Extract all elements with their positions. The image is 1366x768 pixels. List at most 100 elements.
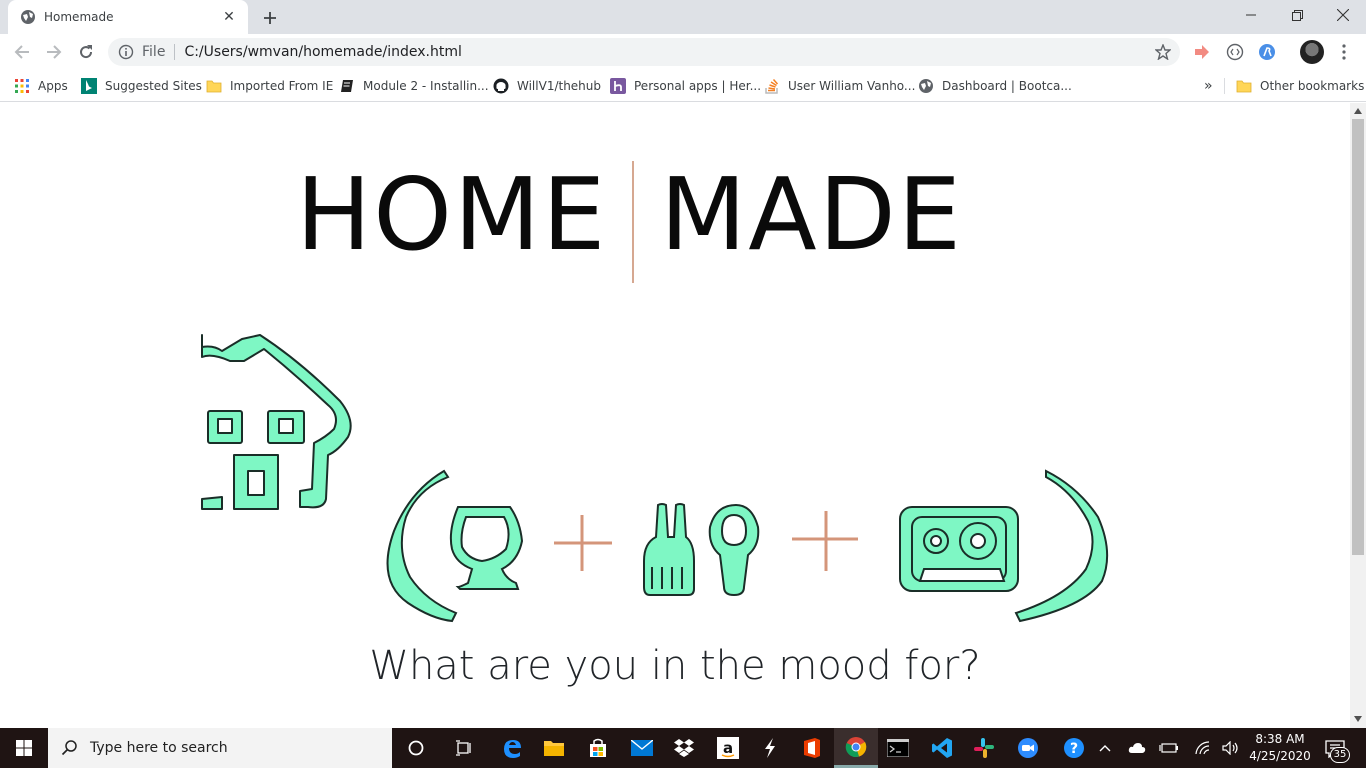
bookmark-user-william[interactable]: User William Vanho...: [764, 75, 915, 97]
search-placeholder: Type here to search: [90, 740, 228, 756]
notebook-icon: [339, 78, 355, 94]
fork-icon: [643, 503, 695, 596]
minimize-icon[interactable]: [1228, 0, 1274, 30]
github-icon: [493, 78, 509, 94]
left-paren-icon: [386, 469, 458, 623]
terminal-icon[interactable]: [876, 728, 920, 768]
chrome-icon[interactable]: [834, 728, 878, 768]
extension-code-icon[interactable]: [1225, 42, 1245, 62]
browser-toolbar: File C:/Users/wmvan/homemade/index.html: [0, 34, 1366, 70]
bookmarks-separator: [1224, 78, 1225, 94]
windows-start-icon[interactable]: [0, 728, 48, 768]
speaker-icon[interactable]: [1220, 738, 1242, 758]
scrollbar-thumb[interactable]: [1352, 119, 1364, 555]
logo-home-text: HOME: [296, 156, 608, 273]
office-icon[interactable]: [790, 728, 834, 768]
bookmark-imported-from-ie[interactable]: Imported From IE: [206, 75, 333, 97]
slack-icon[interactable]: [962, 728, 1006, 768]
scroll-up-icon[interactable]: [1353, 106, 1363, 116]
heroku-icon: [610, 78, 626, 94]
bing-icon: [81, 78, 97, 94]
bookmark-label: WillV1/thehub: [517, 79, 602, 93]
logo-divider: [632, 161, 634, 283]
cortana-icon[interactable]: [394, 728, 438, 768]
extension-arrow-icon[interactable]: [1192, 42, 1212, 62]
bookmark-label: Imported From IE: [230, 79, 334, 93]
url-text[interactable]: C:/Users/wmvan/homemade/index.html: [184, 44, 461, 60]
vscode-icon[interactable]: [920, 728, 964, 768]
kebab-menu-icon[interactable]: [1334, 40, 1354, 64]
plus-icon[interactable]: [259, 7, 281, 29]
globe-icon: [918, 78, 934, 94]
zoom-icon[interactable]: [1006, 728, 1050, 768]
plus-icon: [792, 511, 858, 571]
browser-tab[interactable]: Homemade ✕: [8, 0, 248, 34]
search-icon: [60, 738, 80, 758]
stackoverflow-icon: [764, 78, 780, 94]
forward-arrow-icon[interactable]: [40, 38, 68, 66]
close-window-icon[interactable]: [1320, 0, 1366, 30]
amazon-icon[interactable]: a: [706, 728, 750, 768]
bookmark-label: User William Vanho...: [788, 79, 916, 93]
bookmark-label: Dashboard | Bootca...: [942, 79, 1072, 93]
onedrive-cloud-icon[interactable]: [1126, 738, 1148, 758]
bookmark-module-2[interactable]: Module 2 - Installin...: [339, 75, 489, 97]
tab-strip: Homemade ✕: [0, 0, 1366, 34]
url-scheme: File: [142, 44, 166, 60]
clock-time[interactable]: 8:38 AM: [1248, 731, 1312, 748]
bookmark-label: Apps: [38, 79, 68, 93]
chevron-double-right-icon: »: [1204, 78, 1213, 94]
taskbar-search-box[interactable]: Type here to search: [48, 728, 392, 768]
bookmark-star-icon[interactable]: [1154, 43, 1172, 61]
bookmark-dashboard[interactable]: Dashboard | Bootca...: [918, 75, 1072, 97]
logo-made-text: MADE: [660, 156, 963, 273]
close-tab-icon[interactable]: ✕: [220, 8, 238, 26]
page-scrollbar[interactable]: [1350, 103, 1366, 728]
bookmark-personal-apps[interactable]: Personal apps | Her...: [610, 75, 761, 97]
wifi-icon[interactable]: [1192, 738, 1214, 758]
extension-r-icon[interactable]: [1257, 42, 1277, 62]
edge-icon[interactable]: [490, 728, 534, 768]
apps-grid-icon: [14, 78, 30, 94]
bookmarks-bar: Apps Suggested Sites Imported From IE Mo…: [0, 70, 1366, 102]
folder-icon: [206, 78, 222, 94]
bookmark-label: Other bookmarks: [1260, 79, 1365, 93]
file-explorer-icon[interactable]: [532, 728, 576, 768]
help-icon[interactable]: ?: [1052, 728, 1096, 768]
windows-taskbar: Type here to search a ? 8:38 AM 4/25/202…: [0, 728, 1366, 768]
lightning-app-icon[interactable]: [748, 728, 792, 768]
spoon-icon: [708, 503, 760, 597]
restore-icon[interactable]: [1274, 0, 1320, 30]
bookmarks-overflow-button[interactable]: »: [1204, 75, 1213, 97]
reload-icon[interactable]: [72, 38, 100, 66]
svg-text:?: ?: [1070, 741, 1078, 757]
battery-plug-icon[interactable]: [1158, 738, 1180, 758]
plus-icon: [554, 515, 612, 571]
chevron-up-icon[interactable]: [1094, 738, 1116, 758]
tab-title: Homemade: [44, 10, 114, 24]
profile-avatar[interactable]: [1300, 40, 1324, 64]
back-arrow-icon[interactable]: [8, 38, 36, 66]
wine-glass-icon: [449, 506, 524, 590]
bookmark-suggested-sites[interactable]: Suggested Sites: [81, 75, 202, 97]
clock-date[interactable]: 4/25/2020: [1248, 748, 1312, 765]
svg-text:a: a: [723, 739, 733, 757]
address-bar[interactable]: File C:/Users/wmvan/homemade/index.html: [108, 38, 1180, 66]
dropbox-icon[interactable]: [662, 728, 706, 768]
store-icon[interactable]: [576, 728, 620, 768]
bookmark-label: Suggested Sites: [105, 79, 202, 93]
bookmark-thehub[interactable]: WillV1/thehub: [493, 75, 601, 97]
task-view-icon[interactable]: [442, 728, 486, 768]
bookmark-other-bookmarks[interactable]: Other bookmarks: [1236, 75, 1364, 97]
hero-illustration: [201, 334, 1109, 623]
globe-icon: [20, 9, 36, 25]
tv-icon: [899, 506, 1019, 592]
mood-heading: What are you in the mood for?: [369, 643, 981, 689]
bookmark-apps[interactable]: Apps: [14, 75, 68, 97]
bookmark-label: Personal apps | Her...: [634, 79, 762, 93]
info-icon[interactable]: [118, 44, 134, 60]
mail-icon[interactable]: [620, 728, 664, 768]
bookmark-label: Module 2 - Installin...: [363, 79, 489, 93]
scroll-down-icon[interactable]: [1353, 714, 1363, 724]
omnibox-separator: [174, 44, 176, 60]
